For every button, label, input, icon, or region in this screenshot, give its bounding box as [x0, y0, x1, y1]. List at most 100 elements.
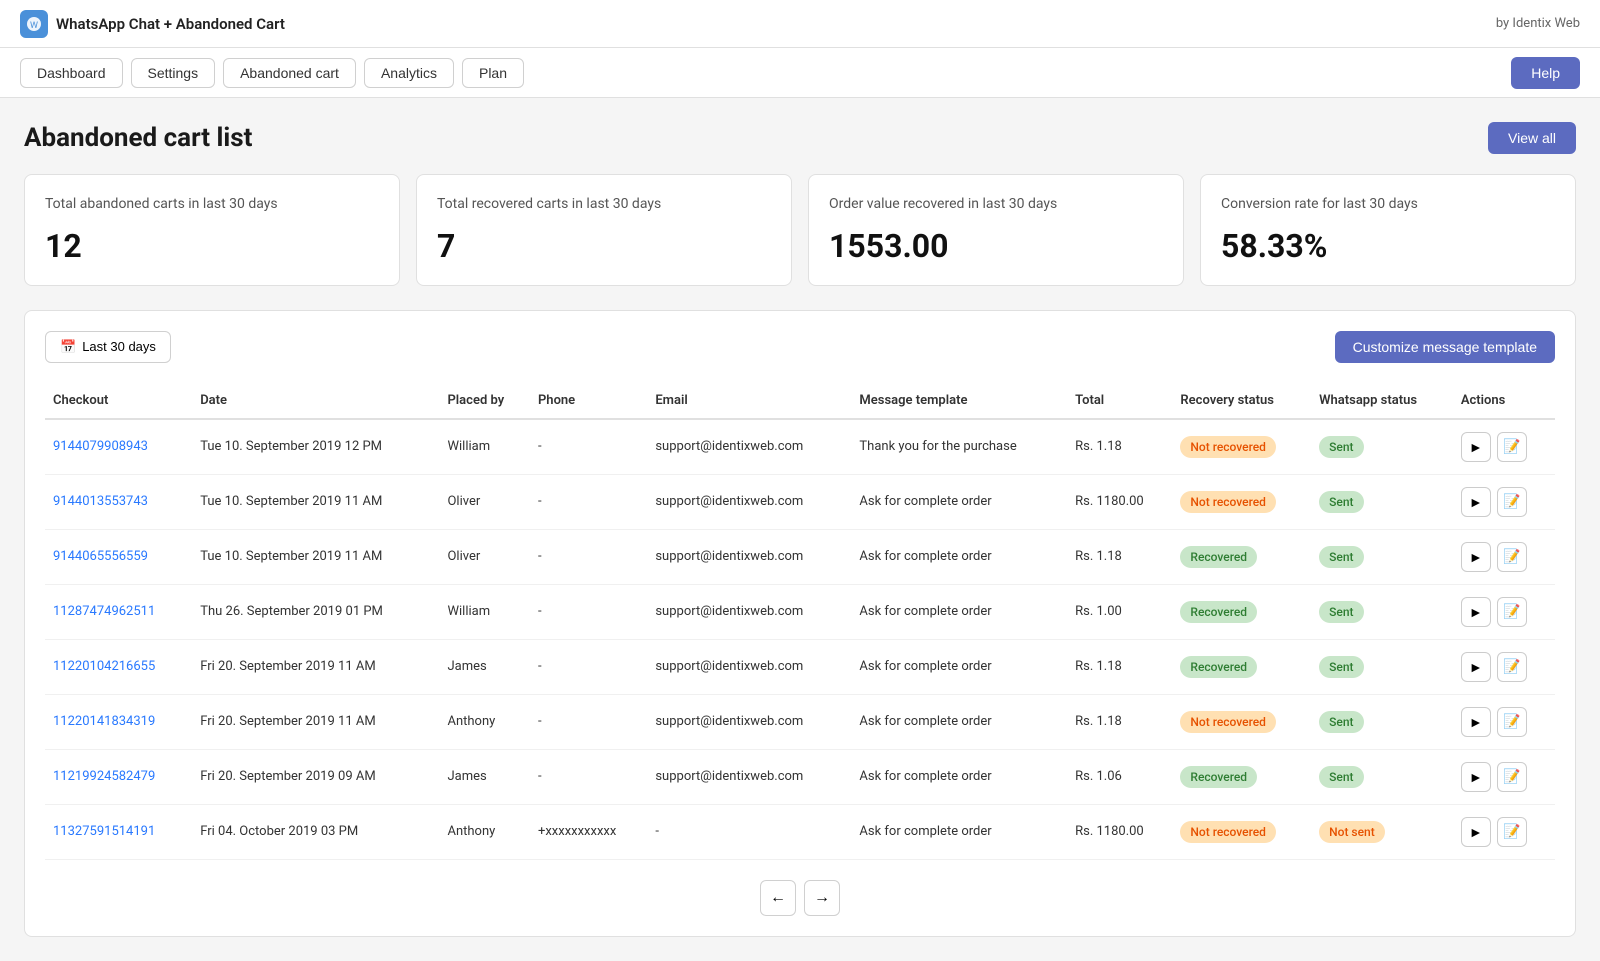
nav-analytics[interactable]: Analytics: [364, 58, 454, 88]
edit-action-button[interactable]: 📝: [1497, 707, 1527, 737]
col-date: Date: [192, 383, 439, 419]
help-button[interactable]: Help: [1511, 57, 1580, 89]
cell-checkout: 11327591514191: [45, 804, 192, 859]
checkout-link[interactable]: 11219924582479: [53, 769, 155, 784]
whatsapp-status-badge: Not sent: [1319, 821, 1385, 843]
send-action-button[interactable]: ►: [1461, 432, 1491, 462]
cell-recovery-status: Recovered: [1172, 584, 1311, 639]
cell-recovery-status: Recovered: [1172, 749, 1311, 804]
cell-whatsapp-status: Sent: [1311, 749, 1453, 804]
stat-value-recovered: 7: [437, 227, 771, 265]
checkout-link[interactable]: 11220104216655: [53, 659, 155, 674]
recovery-status-badge: Recovered: [1180, 601, 1257, 623]
send-action-button[interactable]: ►: [1461, 817, 1491, 847]
send-action-button[interactable]: ►: [1461, 597, 1491, 627]
customize-template-button[interactable]: Customize message template: [1335, 331, 1555, 363]
recovery-status-badge: Recovered: [1180, 656, 1257, 678]
send-action-button[interactable]: ►: [1461, 652, 1491, 682]
recovery-status-badge: Not recovered: [1180, 821, 1275, 843]
checkout-link[interactable]: 9144065556559: [53, 549, 148, 564]
next-page-button[interactable]: →: [804, 880, 840, 916]
edit-action-button[interactable]: 📝: [1497, 817, 1527, 847]
send-action-button[interactable]: ►: [1461, 487, 1491, 517]
cell-recovery-status: Not recovered: [1172, 474, 1311, 529]
table-header-row: Checkout Date Placed by Phone Email Mess…: [45, 383, 1555, 419]
page-title: Abandoned cart list: [24, 123, 252, 153]
cell-checkout: 11220104216655: [45, 639, 192, 694]
cell-total: Rs. 1.18: [1067, 529, 1172, 584]
recovery-status-badge: Not recovered: [1180, 491, 1275, 513]
stat-value-abandoned: 12: [45, 227, 379, 265]
recovery-status-badge: Recovered: [1180, 546, 1257, 568]
cart-table: Checkout Date Placed by Phone Email Mess…: [45, 383, 1555, 860]
checkout-link[interactable]: 11287474962511: [53, 604, 155, 619]
cell-actions: ► 📝: [1453, 584, 1555, 639]
table-row: 9144013553743 Tue 10. September 2019 11 …: [45, 474, 1555, 529]
whatsapp-status-badge: Sent: [1319, 766, 1363, 788]
cell-date: Fri 20. September 2019 09 AM: [192, 749, 439, 804]
send-action-button[interactable]: ►: [1461, 762, 1491, 792]
page-content: Abandoned cart list View all Total aband…: [0, 98, 1600, 961]
app-logo-icon: W: [20, 10, 48, 38]
cell-phone: -: [530, 474, 647, 529]
stat-label-recovered: Total recovered carts in last 30 days: [437, 195, 771, 215]
cell-message-template: Ask for complete order: [851, 529, 1067, 584]
cell-date: Tue 10. September 2019 12 PM: [192, 419, 439, 475]
cell-date: Fri 20. September 2019 11 AM: [192, 694, 439, 749]
edit-action-button[interactable]: 📝: [1497, 542, 1527, 572]
checkout-link[interactable]: 11220141834319: [53, 714, 155, 729]
cell-checkout: 11219924582479: [45, 749, 192, 804]
stat-card-recovered: Total recovered carts in last 30 days 7: [416, 174, 792, 286]
app-title: WhatsApp Chat + Abandoned Cart: [56, 15, 285, 33]
stat-card-abandoned: Total abandoned carts in last 30 days 12: [24, 174, 400, 286]
prev-page-button[interactable]: ←: [760, 880, 796, 916]
table-row: 11327591514191 Fri 04. October 2019 03 P…: [45, 804, 1555, 859]
cell-phone: -: [530, 639, 647, 694]
nav-bar: Dashboard Settings Abandoned cart Analyt…: [0, 48, 1600, 98]
recovery-status-badge: Recovered: [1180, 766, 1257, 788]
edit-action-button[interactable]: 📝: [1497, 652, 1527, 682]
nav-dashboard[interactable]: Dashboard: [20, 58, 123, 88]
cell-checkout: 9144065556559: [45, 529, 192, 584]
checkout-link[interactable]: 9144079908943: [53, 439, 148, 454]
action-buttons: ► 📝: [1461, 542, 1547, 572]
date-filter-button[interactable]: 📅 Last 30 days: [45, 331, 171, 363]
edit-action-button[interactable]: 📝: [1497, 762, 1527, 792]
cell-email: support@identixweb.com: [647, 529, 851, 584]
nav-abandoned-cart[interactable]: Abandoned cart: [223, 58, 356, 88]
cell-total: Rs. 1.06: [1067, 749, 1172, 804]
cell-actions: ► 📝: [1453, 749, 1555, 804]
view-all-button[interactable]: View all: [1488, 122, 1576, 154]
cell-actions: ► 📝: [1453, 639, 1555, 694]
nav-settings[interactable]: Settings: [131, 58, 216, 88]
cell-message-template: Ask for complete order: [851, 584, 1067, 639]
stat-value-conversion: 58.33%: [1221, 227, 1555, 265]
stat-label-conversion: Conversion rate for last 30 days: [1221, 195, 1555, 215]
cell-date: Tue 10. September 2019 11 AM: [192, 529, 439, 584]
nav-plan[interactable]: Plan: [462, 58, 524, 88]
whatsapp-status-badge: Sent: [1319, 656, 1363, 678]
cell-message-template: Ask for complete order: [851, 474, 1067, 529]
stat-card-conversion: Conversion rate for last 30 days 58.33%: [1200, 174, 1576, 286]
send-action-button[interactable]: ►: [1461, 707, 1491, 737]
col-whatsapp-status: Whatsapp status: [1311, 383, 1453, 419]
cell-recovery-status: Recovered: [1172, 529, 1311, 584]
col-total: Total: [1067, 383, 1172, 419]
cell-total: Rs. 1180.00: [1067, 804, 1172, 859]
send-action-button[interactable]: ►: [1461, 542, 1491, 572]
checkout-link[interactable]: 11327591514191: [53, 824, 155, 839]
table-row: 9144079908943 Tue 10. September 2019 12 …: [45, 419, 1555, 475]
action-buttons: ► 📝: [1461, 652, 1547, 682]
cell-total: Rs. 1.18: [1067, 639, 1172, 694]
cell-email: support@identixweb.com: [647, 419, 851, 475]
cell-total: Rs. 1.00: [1067, 584, 1172, 639]
top-bar: W WhatsApp Chat + Abandoned Cart by Iden…: [0, 0, 1600, 48]
cell-placed-by: William: [439, 419, 530, 475]
edit-action-button[interactable]: 📝: [1497, 597, 1527, 627]
action-buttons: ► 📝: [1461, 707, 1547, 737]
cell-placed-by: Oliver: [439, 474, 530, 529]
cell-placed-by: James: [439, 749, 530, 804]
checkout-link[interactable]: 9144013553743: [53, 494, 148, 509]
edit-action-button[interactable]: 📝: [1497, 432, 1527, 462]
edit-action-button[interactable]: 📝: [1497, 487, 1527, 517]
